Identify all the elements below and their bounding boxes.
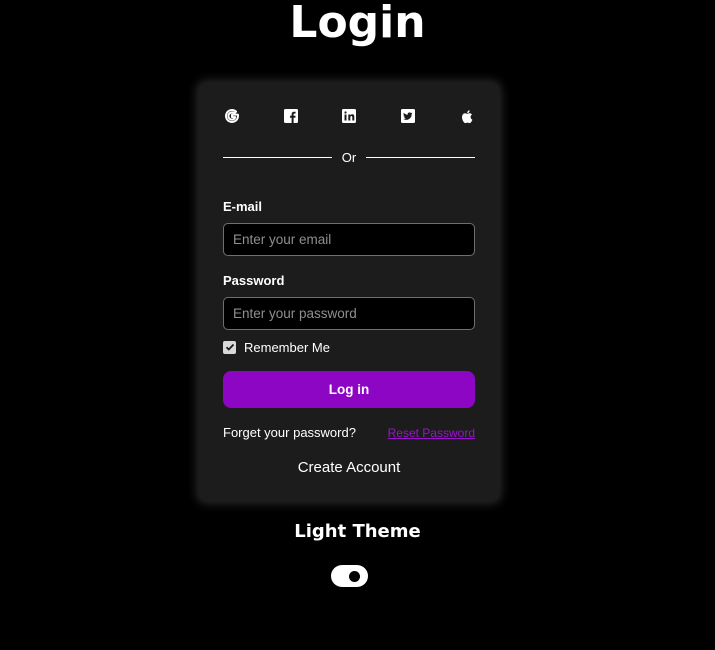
remember-me-checkbox[interactable] <box>223 340 236 354</box>
twitter-login-button[interactable] <box>399 107 417 125</box>
twitter-icon <box>400 109 415 123</box>
facebook-icon <box>283 109 298 123</box>
divider-text: Or <box>341 149 357 165</box>
password-field[interactable] <box>223 297 475 330</box>
reset-password-link[interactable]: Reset Password <box>388 426 475 440</box>
login-button[interactable]: Log in <box>223 371 475 408</box>
linkedin-login-button[interactable] <box>340 107 358 125</box>
social-login-row <box>223 105 475 127</box>
google-icon <box>225 109 239 123</box>
or-divider: Or <box>223 148 475 166</box>
remember-me-label: Remember Me <box>244 339 330 355</box>
checkmark-icon <box>225 343 234 351</box>
linkedin-icon <box>342 109 356 123</box>
apple-login-button[interactable] <box>457 107 475 125</box>
remember-me-row: Remember Me <box>223 339 330 355</box>
apple-icon <box>461 109 472 123</box>
password-label: Password <box>223 273 285 288</box>
divider-line-left <box>223 156 332 158</box>
google-login-button[interactable] <box>223 107 241 125</box>
toggle-knob <box>349 571 360 582</box>
email-label: E-mail <box>223 199 263 214</box>
forgot-password-text: Forget your password? <box>223 425 356 440</box>
divider-line-right <box>366 156 475 158</box>
facebook-login-button[interactable] <box>282 107 300 125</box>
email-field[interactable] <box>223 223 475 256</box>
create-account-link[interactable]: Create Account <box>199 459 499 476</box>
theme-toggle[interactable] <box>331 565 368 587</box>
forgot-password-row: Forget your password? Reset Password <box>223 425 475 440</box>
page-title: Login <box>289 0 426 48</box>
theme-title: Light Theme <box>294 521 421 542</box>
login-card: Or E-mail Password Remember Me Log in Fo… <box>199 83 499 501</box>
